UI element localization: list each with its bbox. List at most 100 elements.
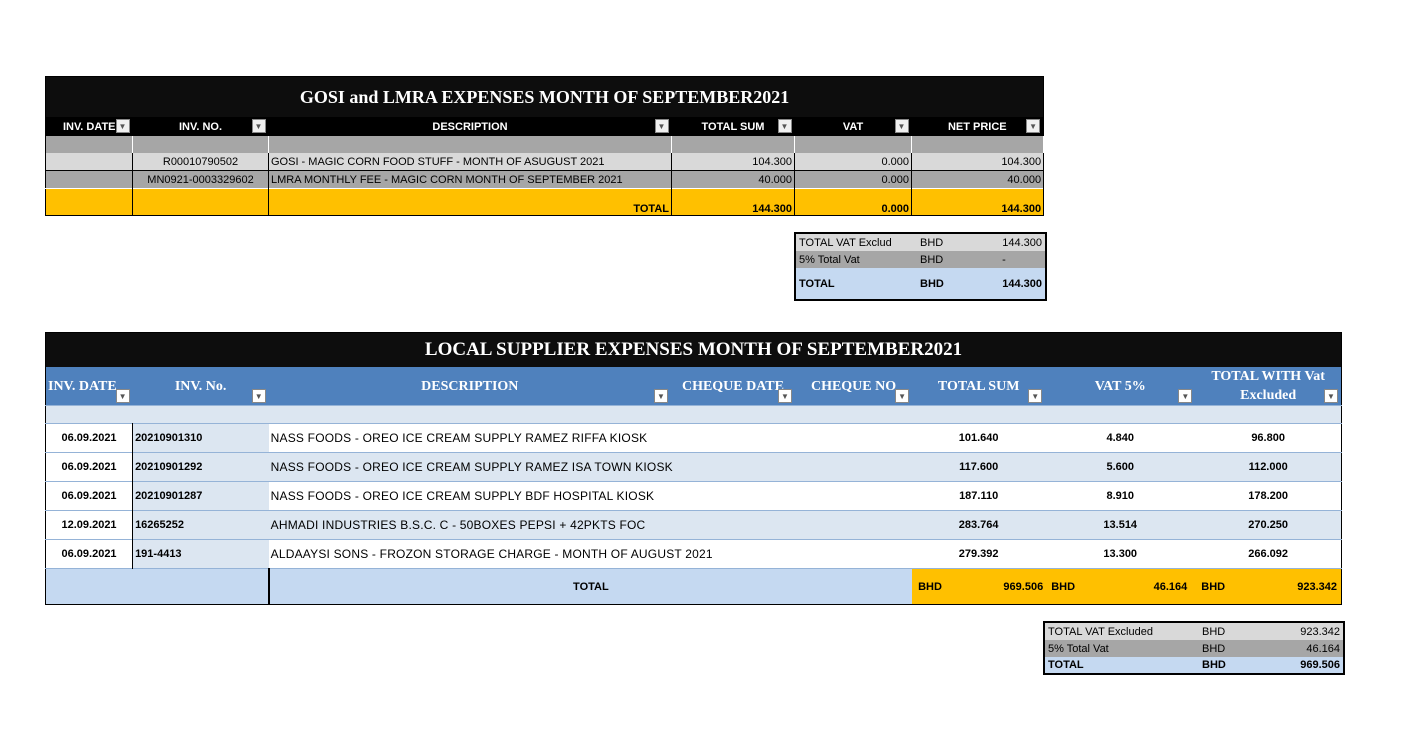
description: ALDAAYSI SONS - FROZON STORAGE CHARGE - … bbox=[268, 539, 913, 569]
total-sum: 144.300 bbox=[671, 188, 795, 216]
column-header-label: DESCRIPTION bbox=[421, 378, 519, 394]
column-header: DESCRIPTION ▼ bbox=[268, 117, 672, 136]
total-sum: 117.600 bbox=[912, 452, 1046, 482]
vat: 5.600 bbox=[1045, 452, 1196, 482]
summary-label: TOTAL VAT Excluded bbox=[1048, 625, 1153, 638]
column-header: VAT 5% ▼ bbox=[1045, 367, 1196, 406]
filter-dropdown-icon[interactable]: ▼ bbox=[251, 119, 266, 133]
total-sum: 187.110 bbox=[912, 481, 1046, 511]
filter-dropdown-icon[interactable]: ▼ bbox=[777, 119, 792, 133]
column-header: TOTAL SUM ▼ bbox=[912, 367, 1046, 406]
filter-dropdown-icon[interactable]: ▼ bbox=[895, 389, 910, 403]
description: NASS FOODS - OREO ICE CREAM SUPPLY BDF H… bbox=[268, 481, 913, 511]
total-label: TOTAL bbox=[268, 188, 672, 216]
summary-label: TOTAL bbox=[1048, 659, 1084, 671]
total-sum: 969.506 bbox=[1003, 580, 1044, 593]
column-header-label: TOTAL SUM bbox=[937, 378, 1020, 394]
inv-number: R00010790502 bbox=[132, 153, 269, 171]
inv-number: 16265252 bbox=[132, 510, 269, 540]
column-header: INV. DATE ▼ bbox=[45, 117, 133, 136]
currency: BHD bbox=[1051, 580, 1076, 593]
column-header-label: CHEQUE DATE bbox=[681, 378, 784, 394]
summary-label: 5% Total Vat bbox=[799, 253, 860, 266]
column-header-label: VAT 5% bbox=[1094, 378, 1146, 394]
net-price: 104.300 bbox=[911, 153, 1045, 171]
filter-dropdown-icon[interactable]: ▼ bbox=[1026, 119, 1041, 133]
description: AHMADI INDUSTRIES B.S.C. C - 50BOXES PEP… bbox=[268, 510, 913, 540]
total-net: 144.300 bbox=[911, 188, 1045, 216]
column-header-label: INV. NO. bbox=[179, 120, 222, 133]
filter-dropdown-icon[interactable]: ▼ bbox=[1324, 389, 1338, 403]
gosi-lmra-table: GOSI and LMRA EXPENSES MONTH OF SEPTEMBE… bbox=[45, 76, 1045, 216]
column-header: INV. DATE ▼ bbox=[45, 367, 133, 406]
summary-row: 5% Total Vat BHD - bbox=[796, 251, 1045, 268]
summary-value: 969.506 bbox=[1300, 659, 1340, 671]
summary-value: 46.164 bbox=[1306, 642, 1340, 655]
filter-dropdown-icon[interactable]: ▼ bbox=[654, 119, 669, 133]
description: GOSI - MAGIC CORN FOOD STUFF - MONTH OF … bbox=[268, 153, 672, 171]
total-vat-excluded: 266.092 bbox=[1195, 539, 1342, 569]
table-row: 06.09.2021 191-4413 ALDAAYSI SONS - FROZON… bbox=[45, 539, 1342, 569]
filter-dropdown-icon[interactable]: ▼ bbox=[115, 119, 130, 133]
column-header: INV. NO. ▼ bbox=[132, 117, 269, 136]
column-header-label: INV. DATE bbox=[48, 378, 117, 394]
summary-label: TOTAL VAT Exclud bbox=[799, 236, 892, 249]
inv-date: 06.09.2021 bbox=[45, 481, 134, 511]
filter-dropdown-icon[interactable]: ▼ bbox=[894, 119, 909, 133]
gosi-summary-box: TOTAL VAT Exclud BHD 144.300 5% Total Vat BH… bbox=[794, 232, 1047, 301]
summary-value: 144.300 bbox=[1002, 236, 1042, 249]
vat: 0.000 bbox=[794, 153, 912, 171]
table-row: 06.09.2021 20210901287 NASS FOODS - OREO I… bbox=[45, 481, 1342, 511]
description: NASS FOODS - OREO ICE CREAM SUPPLY RAMEZ… bbox=[268, 452, 913, 482]
filter-dropdown-icon[interactable]: ▼ bbox=[778, 389, 793, 403]
column-header-label: INV. DATE bbox=[62, 120, 116, 133]
table-row: MN0921-0003329602 LMRA MONTHLY FEE - MAGI… bbox=[45, 170, 1045, 189]
table-row: R00010790502 GOSI - MAGIC CORN FOOD STUFF… bbox=[45, 153, 1045, 171]
vat: 8.910 bbox=[1045, 481, 1196, 511]
column-header: VAT ▼ bbox=[794, 117, 912, 136]
summary-currency: BHD bbox=[920, 253, 944, 266]
total-vat-excluded: 112.000 bbox=[1195, 452, 1342, 482]
currency: BHD bbox=[1201, 580, 1226, 593]
total-vat-excluded: 270.250 bbox=[1195, 510, 1342, 540]
filter-dropdown-icon[interactable]: ▼ bbox=[653, 389, 668, 403]
total-sum: 40.000 bbox=[671, 170, 795, 189]
inv-number: 20210901310 bbox=[132, 423, 269, 453]
column-header: CHEQUE NO ▼ bbox=[795, 367, 913, 406]
filter-dropdown-icon[interactable]: ▼ bbox=[1028, 389, 1043, 403]
vat: 13.514 bbox=[1045, 510, 1196, 540]
summary-currency: BHD bbox=[920, 236, 944, 249]
column-header-label: DESCRIPTION bbox=[432, 120, 508, 133]
summary-row: 5% Total Vat BHD 46.164 bbox=[1045, 640, 1343, 657]
summary-row: TOTAL VAT Exclud BHD 144.300 bbox=[796, 234, 1045, 251]
total-vat: 46.164 bbox=[1153, 580, 1188, 593]
filter-dropdown-icon[interactable]: ▼ bbox=[115, 389, 130, 403]
filter-dropdown-icon[interactable]: ▼ bbox=[251, 389, 266, 403]
table-row: 12.09.2021 16265252 AHMADI INDUSTRIES B.S.… bbox=[45, 510, 1342, 540]
summary-currency: BHD bbox=[1202, 642, 1226, 655]
gosi-table-title: GOSI and LMRA EXPENSES MONTH OF SEPTEMBE… bbox=[45, 76, 1044, 117]
summary-label: 5% Total Vat bbox=[1048, 642, 1109, 655]
column-header-label: VAT bbox=[842, 120, 864, 133]
table-row: 06.09.2021 20210901310 NASS FOODS - OREO I… bbox=[45, 423, 1342, 453]
total-vat-excluded: 96.800 bbox=[1195, 423, 1342, 453]
vat: 4.840 bbox=[1045, 423, 1196, 453]
summary-currency: BHD bbox=[920, 277, 944, 290]
summary-currency: BHD bbox=[1202, 659, 1226, 671]
column-header: INV. No. ▼ bbox=[132, 367, 269, 406]
total-sum: 101.640 bbox=[912, 423, 1046, 453]
total-label: TOTAL bbox=[268, 568, 913, 605]
inv-date bbox=[45, 153, 133, 171]
total-sum: 279.392 bbox=[912, 539, 1046, 569]
summary-value: 144.300 bbox=[1002, 277, 1042, 290]
inv-date bbox=[45, 170, 133, 189]
column-header: TOTAL WITH Vat Excluded ▼ bbox=[1195, 367, 1342, 406]
column-header: CHEQUE DATE ▼ bbox=[670, 367, 796, 406]
gosi-total-row: TOTAL 144.300 0.000 144.300 bbox=[45, 188, 1045, 216]
inv-date: 06.09.2021 bbox=[45, 539, 134, 569]
inv-date: 12.09.2021 bbox=[45, 510, 134, 540]
filter-dropdown-icon[interactable]: ▼ bbox=[1178, 389, 1193, 403]
local-table-title: LOCAL SUPPLIER EXPENSES MONTH OF SEPTEMB… bbox=[45, 332, 1342, 367]
column-header-label: TOTAL WITH Vat Excluded bbox=[1211, 369, 1325, 403]
column-header: TOTAL SUM ▼ bbox=[671, 117, 795, 136]
